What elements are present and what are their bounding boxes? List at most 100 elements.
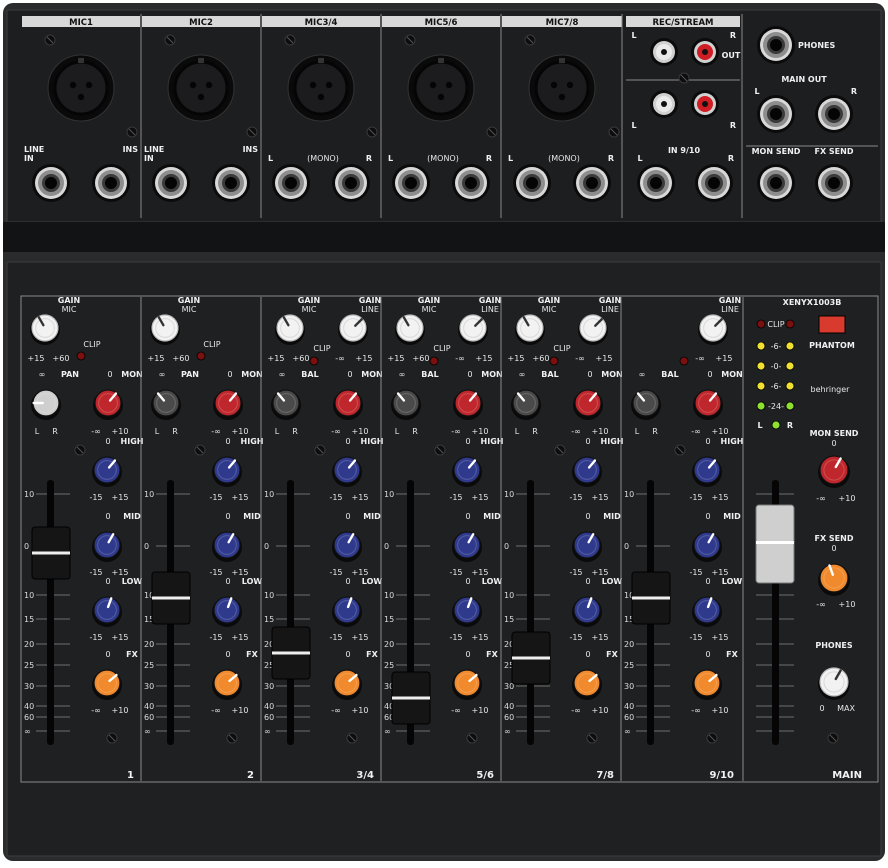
- mon-send-knob[interactable]: [453, 389, 483, 420]
- insert-jack[interactable]: [92, 164, 130, 202]
- line-in-jack-right[interactable]: [573, 164, 611, 202]
- xlr-mic-input[interactable]: [47, 54, 115, 122]
- mid-eq-knob[interactable]: [452, 531, 482, 562]
- range-label: +15: [472, 568, 489, 577]
- low-eq-knob[interactable]: [332, 596, 362, 627]
- clip-led-l: [756, 319, 766, 329]
- line-label: LINE: [361, 305, 379, 314]
- xlr-mic-input[interactable]: [287, 54, 355, 122]
- insert-jack[interactable]: [212, 164, 250, 202]
- rca-socket[interactable]: [691, 90, 719, 118]
- line-gain-knob[interactable]: [698, 314, 728, 345]
- meter-l-label: L: [757, 421, 762, 430]
- fx-send-knob[interactable]: [572, 669, 602, 700]
- phantom-button[interactable]: [818, 315, 846, 334]
- left-label: L: [268, 154, 273, 163]
- line-gain-knob[interactable]: [338, 314, 368, 345]
- low-eq-knob[interactable]: [692, 596, 722, 627]
- low-eq-label: LOW: [482, 577, 503, 586]
- line-in-jack[interactable]: [513, 164, 551, 202]
- xlr-mic-input[interactable]: [528, 54, 596, 122]
- high-eq-knob[interactable]: [212, 456, 242, 487]
- high-eq-knob[interactable]: [332, 456, 362, 487]
- balance-knob[interactable]: [391, 389, 421, 420]
- zero-label: 0: [467, 370, 472, 379]
- mid-eq-knob[interactable]: [572, 531, 602, 562]
- left-label: L: [631, 31, 636, 40]
- in-9-jack[interactable]: [637, 164, 675, 202]
- fx-send-jack[interactable]: [815, 164, 853, 202]
- mid-eq-knob[interactable]: [332, 531, 362, 562]
- range-label: MAX: [837, 704, 855, 713]
- pan-knob[interactable]: [31, 389, 61, 420]
- phones-jack[interactable]: [757, 26, 795, 64]
- range-label: +15: [352, 493, 369, 502]
- mon-send-jack[interactable]: [757, 164, 795, 202]
- clip-label: CLIP: [313, 344, 330, 353]
- mid-eq-knob[interactable]: [692, 531, 722, 562]
- mid-eq-knob[interactable]: [212, 531, 242, 562]
- main-fader-cap[interactable]: [755, 504, 795, 584]
- low-eq-knob[interactable]: [212, 596, 242, 627]
- main-out-l-jack[interactable]: [757, 95, 795, 133]
- mid-eq-knob[interactable]: [92, 531, 122, 562]
- mon-send-knob[interactable]: [93, 389, 123, 420]
- fx-send-knob[interactable]: [332, 669, 362, 700]
- balance-knob[interactable]: [511, 389, 541, 420]
- balance-knob[interactable]: [271, 389, 301, 420]
- mic-gain-knob[interactable]: [30, 314, 60, 345]
- high-eq-knob[interactable]: [92, 456, 122, 487]
- fx-send-knob[interactable]: [92, 669, 122, 700]
- line-in-jack[interactable]: [392, 164, 430, 202]
- line-in-jack[interactable]: [272, 164, 310, 202]
- rca-socket[interactable]: [650, 90, 678, 118]
- low-eq-knob[interactable]: [92, 596, 122, 627]
- line-gain-knob[interactable]: [458, 314, 488, 345]
- mon-send-knob[interactable]: [213, 389, 243, 420]
- line-in-jack-right[interactable]: [452, 164, 490, 202]
- fx-send-knob[interactable]: [452, 669, 482, 700]
- meter-led-r: [785, 401, 795, 411]
- high-eq-knob[interactable]: [452, 456, 482, 487]
- fx-send-knob[interactable]: [692, 669, 722, 700]
- xlr-mic-input[interactable]: [167, 54, 235, 122]
- main-out-r-jack[interactable]: [815, 95, 853, 133]
- main-fx-send-knob[interactable]: [818, 563, 850, 596]
- channel-fader-cap[interactable]: [271, 626, 311, 680]
- line-gain-knob[interactable]: [578, 314, 608, 345]
- channel-fader-cap[interactable]: [391, 671, 431, 725]
- range-label: +15: [352, 568, 369, 577]
- line-in-jack[interactable]: [32, 164, 70, 202]
- gain-label: GAIN: [178, 296, 200, 305]
- channel-fader-cap[interactable]: [511, 631, 551, 685]
- rca-socket[interactable]: [650, 38, 678, 66]
- xlr-mic-input[interactable]: [407, 54, 475, 122]
- high-eq-knob[interactable]: [572, 456, 602, 487]
- mic-gain-knob[interactable]: [150, 314, 180, 345]
- low-eq-knob[interactable]: [452, 596, 482, 627]
- range-label: +15: [28, 354, 45, 363]
- low-eq-knob[interactable]: [572, 596, 602, 627]
- balance-knob[interactable]: [631, 389, 661, 420]
- channel-fader-cap[interactable]: [31, 526, 71, 580]
- channel-fader-cap[interactable]: [151, 571, 191, 625]
- pan-knob[interactable]: [151, 389, 181, 420]
- mon-send-knob[interactable]: [573, 389, 603, 420]
- in-10-jack[interactable]: [695, 164, 733, 202]
- mon-send-knob[interactable]: [693, 389, 723, 420]
- range-label: -∞: [451, 706, 461, 715]
- mic-gain-knob[interactable]: [515, 314, 545, 345]
- high-eq-knob[interactable]: [692, 456, 722, 487]
- line-in-jack-right[interactable]: [332, 164, 370, 202]
- left-label: L: [35, 427, 40, 436]
- screw-icon: [466, 732, 478, 744]
- phones-level-knob[interactable]: [818, 667, 850, 700]
- fx-send-knob[interactable]: [212, 669, 242, 700]
- main-mon-send-knob[interactable]: [818, 455, 850, 488]
- mic-gain-knob[interactable]: [275, 314, 305, 345]
- channel-fader-cap[interactable]: [631, 571, 671, 625]
- mic-gain-knob[interactable]: [395, 314, 425, 345]
- rca-socket[interactable]: [691, 38, 719, 66]
- mon-send-knob[interactable]: [333, 389, 363, 420]
- line-in-jack[interactable]: [152, 164, 190, 202]
